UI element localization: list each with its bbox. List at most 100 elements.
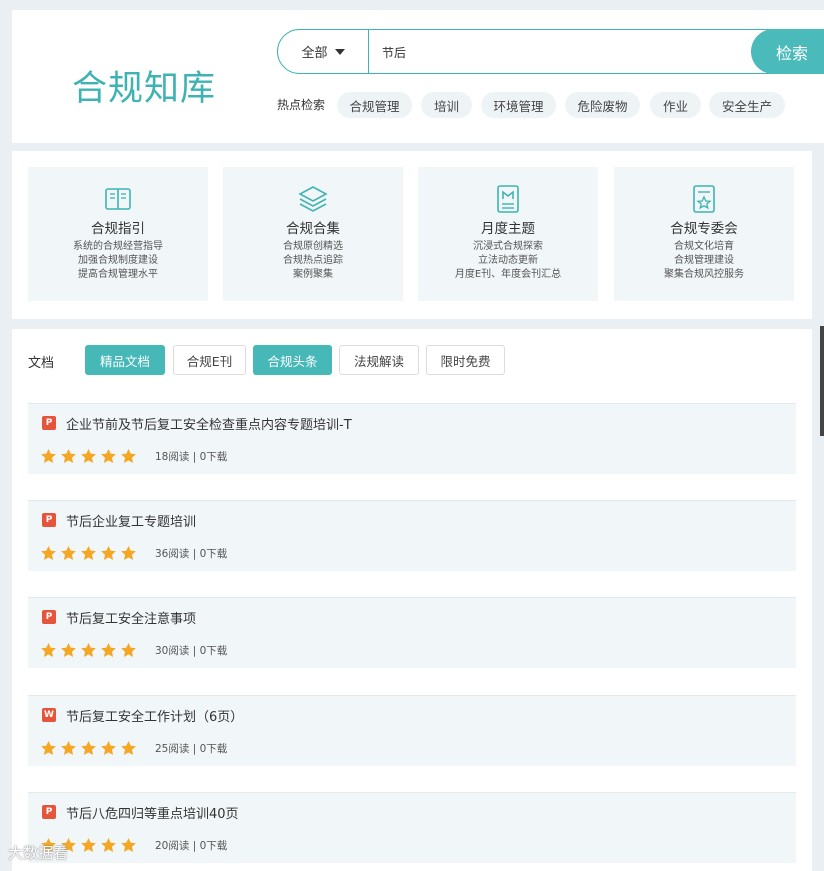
list-item[interactable]: W 节后复工安全工作计划（6页） 25阅读 | 0下载 (28, 695, 796, 766)
star-icon (121, 741, 136, 755)
star-icon (61, 449, 76, 463)
star-icon (61, 546, 76, 560)
category-card-monthly[interactable]: 月度主题 沉浸式合规探索 立法动态更新 月度E刊、年度会刊汇总 (418, 167, 598, 301)
category-card-guide[interactable]: 合规指引 系统的合规经营指导 加强合规制度建设 提高合规管理水平 (28, 167, 208, 301)
rating-stars (41, 545, 141, 560)
category-desc-line: 提高合规管理水平 (78, 269, 158, 280)
star-icon (61, 643, 76, 657)
ppt-file-icon: P (42, 513, 56, 527)
tab-regulation-interpretation[interactable]: 法规解读 (339, 345, 419, 375)
search-box: 全部 检索 (277, 29, 824, 74)
category-title: 合规专委会 (670, 221, 738, 237)
category-desc-line: 案例聚集 (293, 269, 333, 280)
category-title: 月度主题 (481, 221, 535, 237)
star-icon (81, 838, 96, 852)
category-desc-line: 聚集合规风控服务 (664, 269, 744, 280)
tab-headlines[interactable]: 合规头条 (253, 345, 332, 375)
caret-down-icon (334, 48, 345, 55)
star-icon (121, 838, 136, 852)
category-title: 合规指引 (91, 221, 145, 237)
hot-tag[interactable]: 危险废物 (565, 92, 640, 118)
star-icon (101, 643, 116, 657)
star-icon (101, 449, 116, 463)
site-title: 合规知库 (72, 69, 217, 109)
category-desc-line: 月度E刊、年度会刊汇总 (454, 269, 562, 280)
hot-tag[interactable]: 环境管理 (481, 92, 556, 118)
star-icon (81, 546, 96, 560)
scrollbar-edge[interactable] (820, 326, 824, 436)
category-title: 合规合集 (286, 221, 340, 237)
hot-tag[interactable]: 作业 (650, 92, 701, 118)
list-item[interactable]: P 节后复工安全注意事项 30阅读 | 0下载 (28, 597, 796, 668)
hot-tag[interactable]: 安全生产 (709, 92, 785, 118)
star-icon (101, 741, 116, 755)
tab-premium-docs[interactable]: 精品文档 (85, 345, 165, 375)
star-icon (41, 643, 56, 657)
watermark: 大数据看 (8, 844, 69, 862)
star-icon (41, 449, 56, 463)
documents-label: 文档 (28, 356, 55, 371)
book-icon (105, 188, 131, 210)
document-title[interactable]: 节后八危四归等重点培训40页 (66, 803, 239, 822)
star-icon (81, 449, 96, 463)
star-icon (81, 741, 96, 755)
rating-stars (41, 448, 141, 463)
document-stats: 18阅读 | 0下载 (155, 451, 228, 463)
documents-panel: 文档 精品文档 合规E刊 合规头条 法规解读 限时免费 P 企业节前及节后复工安… (12, 329, 812, 871)
document-stats: 30阅读 | 0下载 (155, 645, 228, 657)
certificate-icon (693, 185, 715, 213)
category-desc-line: 合规管理建设 (674, 255, 734, 266)
layers-icon (298, 186, 328, 212)
star-icon (101, 838, 116, 852)
list-item[interactable]: P 节后八危四归等重点培训40页 20阅读 | 0下载 (28, 792, 796, 863)
category-desc-line: 合规热点追踪 (283, 255, 343, 266)
document-stats: 36阅读 | 0下载 (155, 548, 228, 560)
category-desc-line: 加强合规制度建设 (78, 255, 158, 266)
category-desc: 合规文化培育 合规管理建设 聚集合规风控服务 (614, 240, 794, 282)
category-panel: 合规指引 系统的合规经营指导 加强合规制度建设 提高合规管理水平 合规合集 合规… (12, 151, 812, 319)
star-icon (121, 546, 136, 560)
category-card-collection[interactable]: 合规合集 合规原创精选 合规热点追踪 案例聚集 (223, 167, 403, 301)
header-panel: 合规知库 全部 检索 热点检索 合规管理 培训 环境管理 危险废物 作业 安全生… (12, 10, 824, 143)
star-icon (61, 741, 76, 755)
category-desc-line: 沉浸式合规探索 (473, 241, 543, 252)
document-title[interactable]: 节后复工安全注意事项 (66, 608, 196, 627)
search-input[interactable] (382, 40, 742, 64)
star-icon (101, 546, 116, 560)
search-scope-select[interactable]: 全部 (278, 30, 369, 73)
document-stats: 20阅读 | 0下载 (155, 840, 228, 852)
star-icon (121, 449, 136, 463)
document-title[interactable]: 节后企业复工专题培训 (66, 511, 196, 530)
category-desc: 沉浸式合规探索 立法动态更新 月度E刊、年度会刊汇总 (418, 240, 598, 282)
hot-tag[interactable]: 合规管理 (337, 92, 412, 118)
star-icon (121, 643, 136, 657)
document-title[interactable]: 企业节前及节后复工安全检查重点内容专题培训-T (66, 414, 352, 433)
list-item[interactable]: P 企业节前及节后复工安全检查重点内容专题培训-T 18阅读 | 0下载 (28, 403, 796, 474)
ppt-file-icon: P (42, 805, 56, 819)
star-icon (81, 643, 96, 657)
category-desc: 系统的合规经营指导 加强合规制度建设 提高合规管理水平 (28, 240, 208, 282)
ppt-file-icon: P (42, 416, 56, 430)
document-title[interactable]: 节后复工安全工作计划（6页） (66, 706, 243, 725)
search-button[interactable]: 检索 (751, 29, 824, 74)
category-desc-line: 立法动态更新 (478, 255, 538, 266)
hot-tag[interactable]: 培训 (421, 92, 472, 118)
ppt-file-icon: P (42, 610, 56, 624)
document-stats: 25阅读 | 0下载 (155, 743, 228, 755)
category-desc-line: 系统的合规经营指导 (73, 241, 163, 252)
word-file-icon: W (42, 708, 56, 722)
search-scope-label: 全部 (301, 46, 328, 61)
tab-limited-free[interactable]: 限时免费 (426, 345, 505, 375)
star-icon (41, 546, 56, 560)
category-desc-line: 合规原创精选 (283, 241, 343, 252)
rating-stars (41, 740, 141, 755)
magazine-icon (497, 185, 519, 213)
star-icon (41, 741, 56, 755)
tab-e-journal[interactable]: 合规E刊 (173, 345, 246, 375)
hot-search-label: 热点检索 (277, 98, 326, 112)
list-item[interactable]: P 节后企业复工专题培训 36阅读 | 0下载 (28, 500, 796, 571)
rating-stars (41, 642, 141, 657)
category-card-committee[interactable]: 合规专委会 合规文化培育 合规管理建设 聚集合规风控服务 (614, 167, 794, 301)
category-desc: 合规原创精选 合规热点追踪 案例聚集 (223, 240, 403, 282)
category-desc-line: 合规文化培育 (674, 241, 734, 252)
